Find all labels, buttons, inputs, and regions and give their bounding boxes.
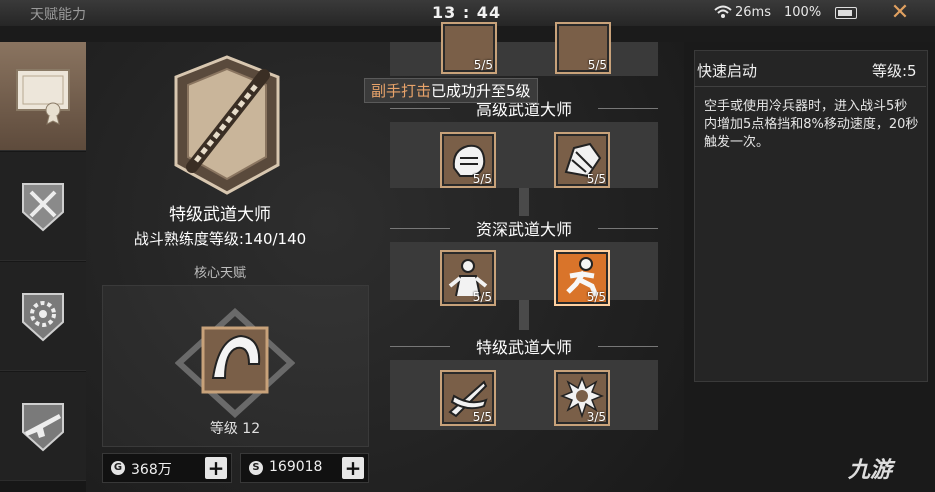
tier-row <box>390 122 658 188</box>
certificate-icon <box>16 69 70 125</box>
sidebar-tab-certificate[interactable] <box>0 42 86 151</box>
tier-header: 特级武道大师 <box>390 334 658 358</box>
coin-resource: G 368万 + <box>102 453 232 483</box>
gear-wrench-icon <box>22 293 64 342</box>
sidebar-tab-combat[interactable] <box>0 152 86 261</box>
node-count: 5/5 <box>586 290 606 304</box>
add-coin-button[interactable]: + <box>205 457 227 479</box>
martial-master-emblem-icon <box>174 55 280 195</box>
node-count: 5/5 <box>586 172 606 186</box>
sidebar-tab-weapons[interactable] <box>0 372 86 481</box>
combat-mastery-level: 战斗熟练度等级:140/140 <box>133 230 307 248</box>
detail-skill-name: 快速启动 <box>697 62 758 80</box>
combat-emblem-icon <box>22 183 64 232</box>
talent-title: 特级武道大师 <box>169 205 271 225</box>
talent-node-top-2[interactable]: 5/5 <box>555 22 611 74</box>
rifle-icon <box>22 403 64 452</box>
watermark: 九游 <box>848 458 893 483</box>
node-count: 5/5 <box>472 172 492 186</box>
node-count: 5/5 <box>473 58 493 72</box>
detail-description: 空手或使用冷兵器时，进入战斗5秒内增加5点格挡和8%移动速度，20秒触发一次。 <box>704 99 919 150</box>
tier-row <box>390 360 658 430</box>
silver-icon: S <box>249 461 263 475</box>
detail-divider <box>694 86 926 87</box>
tree-connector <box>519 188 529 216</box>
detail-skill-level: 等级:5 <box>872 62 917 80</box>
battery-percent: 100% <box>784 5 822 20</box>
add-silver-button[interactable]: + <box>342 457 364 479</box>
upgrade-toast: 副手打击已成功升至5级 <box>364 78 538 103</box>
node-count: 5/5 <box>472 410 492 424</box>
talent-node[interactable]: 5/5 <box>440 132 496 188</box>
core-talent-label: 核心天赋 <box>193 266 246 281</box>
sidebar <box>0 42 86 492</box>
node-count: 5/5 <box>587 58 607 72</box>
talent-node[interactable]: 5/5 <box>554 132 610 188</box>
core-talent-emblem[interactable] <box>175 308 295 418</box>
node-count: 3/5 <box>586 410 606 424</box>
tree-connector <box>519 300 529 330</box>
toast-message: 已成功升至5级 <box>431 82 531 100</box>
sidebar-tab-crafting[interactable] <box>0 262 86 371</box>
coin-icon: G <box>111 461 125 475</box>
node-count: 5/5 <box>472 290 492 304</box>
talent-node[interactable]: 5/5 <box>440 250 496 306</box>
silver-resource: S 169018 + <box>240 453 369 483</box>
tier-row <box>390 242 658 300</box>
talent-node-selected[interactable]: 5/5 <box>554 250 610 306</box>
close-button[interactable]: ✕ <box>884 1 916 25</box>
core-talent-level: 等级 12 <box>209 421 261 437</box>
talent-node[interactable]: 3/5 <box>554 370 610 426</box>
clock: 13 : 44 <box>432 3 502 22</box>
toast-skill-name: 副手打击 <box>371 82 432 100</box>
tier-header: 资深武道大师 <box>390 216 658 240</box>
ping-readout: 26ms <box>735 5 771 20</box>
battery-icon <box>835 7 857 19</box>
talent-node-top-1[interactable]: 5/5 <box>441 22 497 74</box>
talent-node[interactable]: 5/5 <box>440 370 496 426</box>
app-title: 天赋能力 <box>30 7 86 23</box>
wifi-icon <box>714 5 732 18</box>
coin-value: 368万 <box>131 462 172 478</box>
silver-value: 169018 <box>269 459 323 475</box>
tier-row-top <box>390 42 658 76</box>
